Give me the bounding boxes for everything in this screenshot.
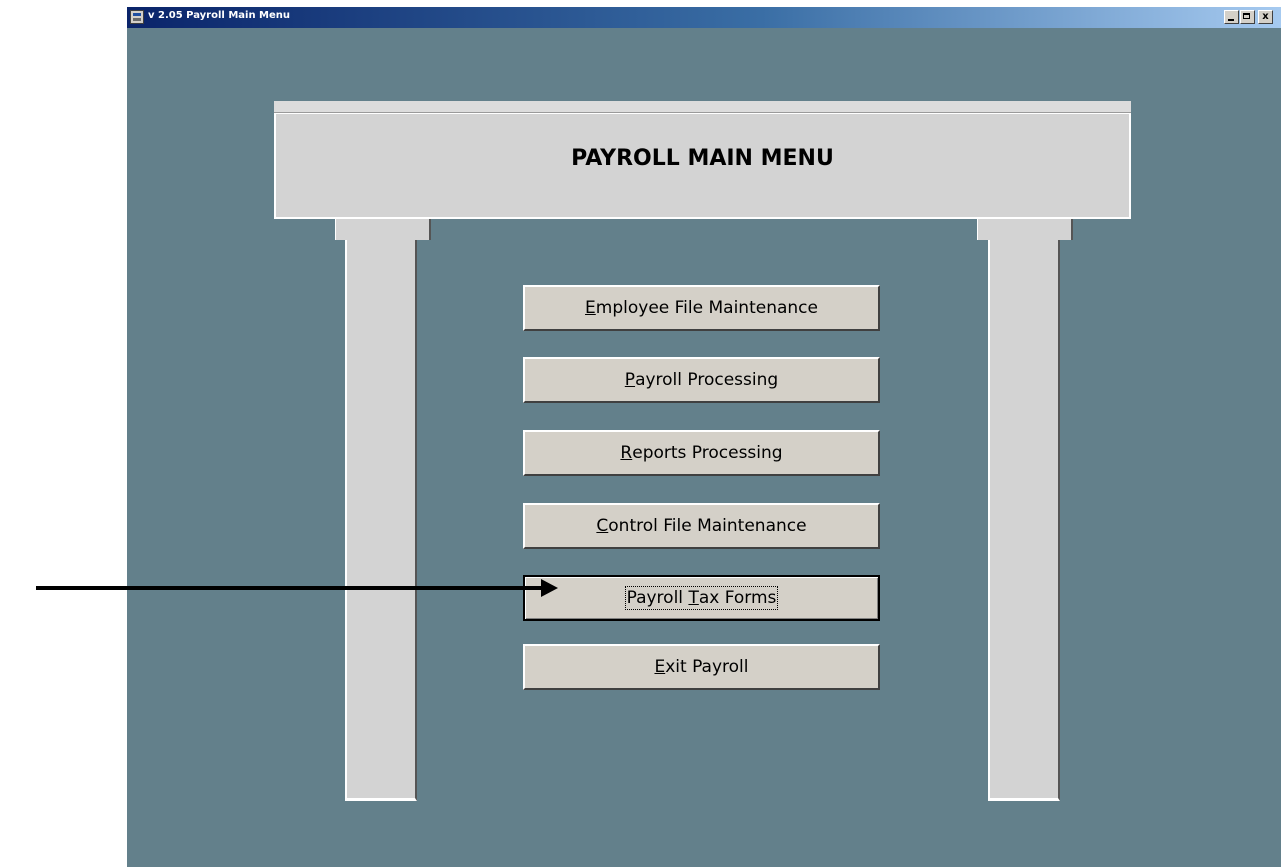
left-column-capital bbox=[335, 219, 431, 240]
button-label: Control File Maintenance bbox=[596, 516, 807, 536]
arch-header-ledge bbox=[274, 101, 1131, 113]
exit-payroll-button[interactable]: Exit Payroll bbox=[523, 644, 880, 690]
left-column bbox=[345, 240, 417, 801]
button-label: Exit Payroll bbox=[654, 657, 749, 677]
minimize-icon[interactable] bbox=[1224, 10, 1239, 24]
close-icon[interactable]: x bbox=[1258, 10, 1273, 24]
window-title-bar[interactable]: v 2.05 Payroll Main Menu x bbox=[127, 7, 1281, 28]
payroll-processing-button[interactable]: Payroll Processing bbox=[523, 357, 880, 403]
page-title: PAYROLL MAIN MENU bbox=[571, 146, 834, 171]
maximize-icon[interactable] bbox=[1240, 10, 1255, 24]
annotation-arrow-line bbox=[36, 586, 541, 590]
payroll-tax-forms-button[interactable]: Payroll Tax Forms bbox=[523, 575, 880, 621]
window-title: v 2.05 Payroll Main Menu bbox=[148, 10, 291, 21]
button-label: Payroll Processing bbox=[624, 370, 779, 390]
right-column-capital bbox=[977, 219, 1073, 240]
app-icon[interactable] bbox=[130, 10, 144, 24]
button-label: Employee File Maintenance bbox=[585, 298, 818, 318]
screen: v 2.05 Payroll Main Menu x PAYROLL MAIN … bbox=[0, 0, 1281, 867]
right-column bbox=[988, 240, 1060, 801]
button-label: Payroll Tax Forms bbox=[624, 586, 779, 610]
annotation-arrow-head-icon bbox=[541, 579, 558, 597]
control-file-maintenance-button[interactable]: Control File Maintenance bbox=[523, 503, 880, 549]
reports-processing-button[interactable]: Reports Processing bbox=[523, 430, 880, 476]
button-label: Reports Processing bbox=[620, 443, 783, 463]
employee-file-maintenance-button[interactable]: Employee File Maintenance bbox=[523, 285, 880, 331]
